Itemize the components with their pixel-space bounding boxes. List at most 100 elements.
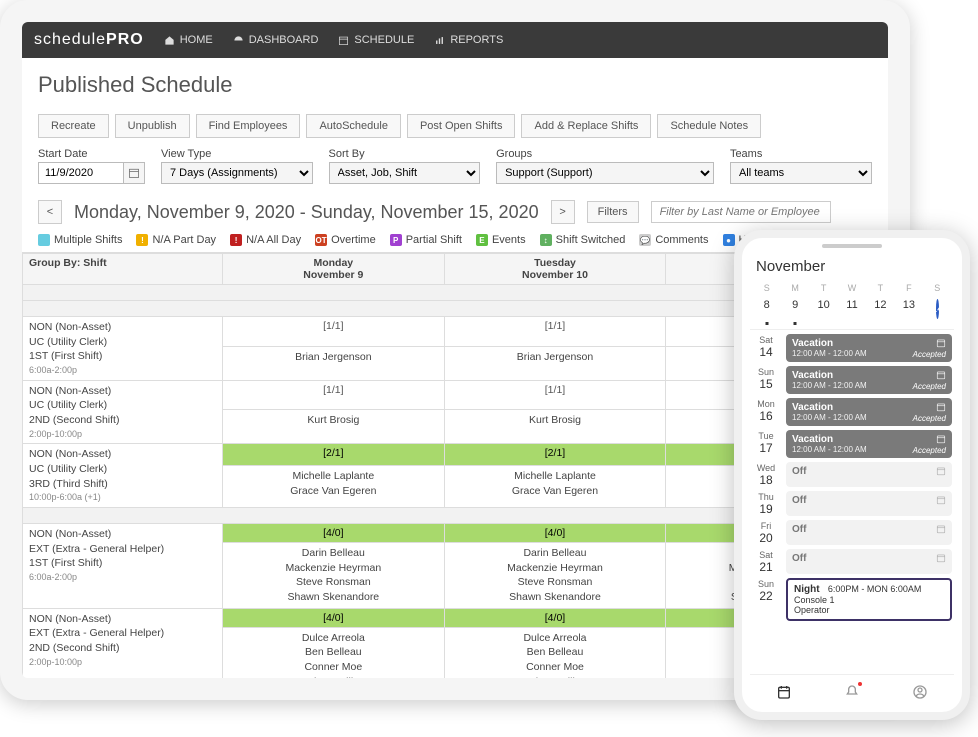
start-date-label: Start Date [38,148,145,160]
shift-count: [1/1] [444,380,666,410]
nav-reports[interactable]: REPORTS [434,34,503,46]
legend-item: Multiple Shifts [38,234,122,246]
shift-names[interactable]: Kurt Brosig [223,410,445,444]
shift-info-cell: NON (Non-Asset)UC (Utility Clerk)2ND (Se… [23,380,223,444]
day-header: MondayNovember 9 [223,254,445,285]
shift-names[interactable]: Dulce ArreolaBen BelleauConner MoeMatthe… [223,627,445,678]
shift-info-cell: NON (Non-Asset)UC (Utility Clerk)3RD (Th… [23,444,223,508]
weekday-row: SMTWTFS [750,281,954,295]
shift-count: [4/0] [223,523,445,542]
nav-home[interactable]: HOME [164,34,213,46]
shift-names[interactable]: Darin BelleauMackenzie HeyrmanSteve Rons… [223,542,445,608]
groups-label: Groups [496,148,714,160]
day-cell[interactable]: 9 [782,299,807,319]
shift-count: [2/1] [223,444,445,466]
day-header: TuesdayNovember 10 [444,254,666,285]
weekday: S [754,283,779,293]
event-row[interactable]: Fri20Off [752,520,952,545]
action-schedule-notes[interactable]: Schedule Notes [657,114,761,138]
phone-screen: November SMTWTFS 891011121314 Sat14Vacat… [742,238,962,712]
shift-names[interactable]: Michelle LaplanteGrace Van Egeren [444,466,666,508]
view-type-select[interactable]: 7 Days (Assignments) [161,162,313,184]
groups-select[interactable]: Support (Support) [496,162,714,184]
calendar-icon [936,524,946,537]
employee-search-input[interactable] [651,201,831,223]
page-title: Published Schedule [22,58,888,114]
shift-count: [1/1] [223,317,445,347]
nav-dashboard[interactable]: DASHBOARD [233,34,319,46]
phone-notch [822,244,882,248]
date-range-row: < Monday, November 9, 2020 - Sunday, Nov… [22,194,888,230]
calendar-icon [936,466,946,479]
weekday: M [782,283,807,293]
calendar-icon[interactable] [123,162,145,184]
shift-names[interactable]: Brian Jergenson [444,346,666,380]
tab-profile-icon[interactable] [912,684,928,703]
filter-row: Start Date View Type 7 Days (Assignments… [22,148,888,194]
shift-names[interactable]: Michelle LaplanteGrace Van Egeren [223,466,445,508]
prev-week-button[interactable]: < [38,200,62,224]
sort-by-select[interactable]: Asset, Job, Shift [329,162,481,184]
legend-item: !N/A Part Day [136,234,216,246]
event-row[interactable]: Thu19Off [752,491,952,516]
action-add-replace-shifts[interactable]: Add & Replace Shifts [521,114,651,138]
event-row[interactable]: Sun15Vacation12:00 AM - 12:00 AMAccepted [752,366,952,394]
day-cell[interactable]: 11 [839,299,864,319]
event-row[interactable]: Sat21Off [752,549,952,574]
start-date-input[interactable] [38,162,124,184]
shift-names[interactable]: Brian Jergenson [223,346,445,380]
filters-button[interactable]: Filters [587,201,639,223]
legend-item: !N/A All Day [230,234,301,246]
shift-names[interactable]: Darin BelleauMackenzie HeyrmanSteve Rons… [444,542,666,608]
shift-count: [4/0] [444,608,666,627]
sort-by-label: Sort By [329,148,481,160]
nav-schedule[interactable]: SCHEDULE [338,34,414,46]
weekday: T [811,283,836,293]
day-cell[interactable]: 14 [925,299,950,319]
action-recreate[interactable]: Recreate [38,114,109,138]
legend-item: EEvents [476,234,526,246]
calendar-icon [936,553,946,566]
action-post-open-shifts[interactable]: Post Open Shifts [407,114,516,138]
day-cell[interactable]: 8 [754,299,779,319]
day-cell[interactable]: 10 [811,299,836,319]
event-list[interactable]: Sat14Vacation12:00 AM - 12:00 AMAccepted… [750,330,954,674]
teams-select[interactable]: All teams [730,162,872,184]
shift-info-cell: NON (Non-Asset)EXT (Extra - General Help… [23,523,223,608]
action-autoschedule[interactable]: AutoSchedule [306,114,401,138]
phone-tabbar [750,674,954,712]
calendar-icon [936,495,946,508]
teams-label: Teams [730,148,872,160]
group-by-header: Group By: Shift [23,254,223,285]
weekday: F [896,283,921,293]
event-row[interactable]: Wed18Off [752,462,952,487]
day-cell[interactable]: 12 [868,299,893,319]
legend-item: ↕Shift Switched [540,234,626,246]
action-find-employees[interactable]: Find Employees [196,114,301,138]
shift-count: [4/0] [444,523,666,542]
action-unpublish[interactable]: Unpublish [115,114,190,138]
tab-notifications-icon[interactable] [844,684,860,703]
days-row: 891011121314 [750,295,954,330]
shift-names[interactable]: Dulce ArreolaBen BelleauConner MoeMatthe… [444,627,666,678]
event-row[interactable]: Tue17Vacation12:00 AM - 12:00 AMAccepted [752,430,952,458]
day-cell[interactable]: 13 [896,299,921,319]
view-type-label: View Type [161,148,313,160]
next-week-button[interactable]: > [551,200,575,224]
event-row[interactable]: Sun22Night 6:00PM - MON 6:00AMConsole 1O… [752,578,952,621]
legend-item: 💬Comments [639,234,708,246]
legend-item: PPartial Shift [390,234,462,246]
weekday: T [868,283,893,293]
top-nav: schedulePRO HOME DASHBOARD SCHEDULE REPO… [22,22,888,58]
legend-item: OTOvertime [315,234,376,246]
shift-info-cell: NON (Non-Asset)EXT (Extra - General Help… [23,608,223,678]
weekday: W [839,283,864,293]
shift-count: [1/1] [444,317,666,347]
shift-count: [4/0] [223,608,445,627]
event-row[interactable]: Sat14Vacation12:00 AM - 12:00 AMAccepted [752,334,952,362]
brand-logo: schedulePRO [34,31,144,49]
event-row[interactable]: Mon16Vacation12:00 AM - 12:00 AMAccepted [752,398,952,426]
shift-names[interactable]: Kurt Brosig [444,410,666,444]
month-label: November [750,248,954,281]
tab-calendar-icon[interactable] [776,684,792,703]
